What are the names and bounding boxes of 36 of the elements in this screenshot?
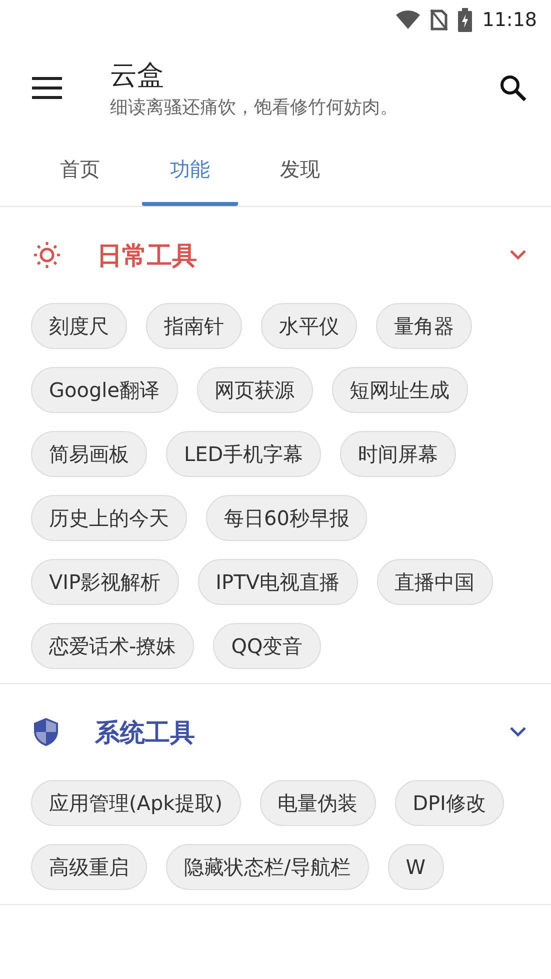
tool-chip[interactable]: VIP影视解析 (31, 559, 179, 605)
sun-icon (31, 239, 63, 271)
tool-chip[interactable]: IPTV电视直播 (198, 559, 358, 605)
tool-chip[interactable]: QQ变音 (213, 623, 321, 669)
tab[interactable]: 功能 (142, 136, 238, 206)
tool-chip[interactable]: 直播中国 (376, 559, 492, 605)
tool-chip[interactable]: 电量伪装 (260, 780, 376, 826)
tool-chip[interactable]: 刻度尺 (31, 303, 127, 349)
tool-chip[interactable]: 每日60秒早报 (206, 495, 368, 541)
section-title: 日常工具 (97, 240, 198, 272)
tool-chip[interactable]: 指南针 (146, 303, 242, 349)
section-title: 系统工具 (95, 716, 196, 748)
tool-chip[interactable]: 简易画板 (31, 431, 147, 477)
battery-icon (458, 8, 472, 32)
tool-chip[interactable]: 应用管理(Apk提取) (31, 780, 241, 826)
tool-chip[interactable]: 隐藏状态栏/导航栏 (166, 844, 369, 890)
app-subtitle: 细读离骚还痛饮，饱看修竹何妨肉。 (110, 96, 399, 119)
tab[interactable]: 发现 (252, 136, 348, 206)
tool-chip[interactable]: 网页获源 (196, 367, 313, 413)
tool-chip[interactable]: 量角器 (376, 303, 472, 349)
tool-chip[interactable]: 水平仪 (261, 303, 357, 349)
tool-chip[interactable]: W (388, 844, 444, 890)
no-sim-icon (430, 9, 448, 31)
app-title: 云盒 (110, 59, 165, 93)
tool-chip[interactable]: LED手机字幕 (166, 431, 322, 477)
tool-chip[interactable]: 恋爱话术-撩妹 (31, 623, 194, 669)
tool-chip[interactable]: DPI修改 (394, 780, 504, 826)
tab[interactable]: 首页 (32, 136, 128, 206)
tool-chip[interactable]: 时间屏幕 (340, 431, 456, 477)
wifi-icon (396, 10, 420, 30)
tool-chip[interactable]: 短网址生成 (332, 367, 468, 413)
status-time: 11:18 (482, 9, 537, 31)
shield-icon (31, 716, 61, 748)
tool-chip[interactable]: 高级重启 (31, 844, 147, 890)
tool-chip[interactable]: Google翻译 (31, 367, 178, 413)
tool-chip[interactable]: 历史上的今天 (31, 495, 187, 541)
